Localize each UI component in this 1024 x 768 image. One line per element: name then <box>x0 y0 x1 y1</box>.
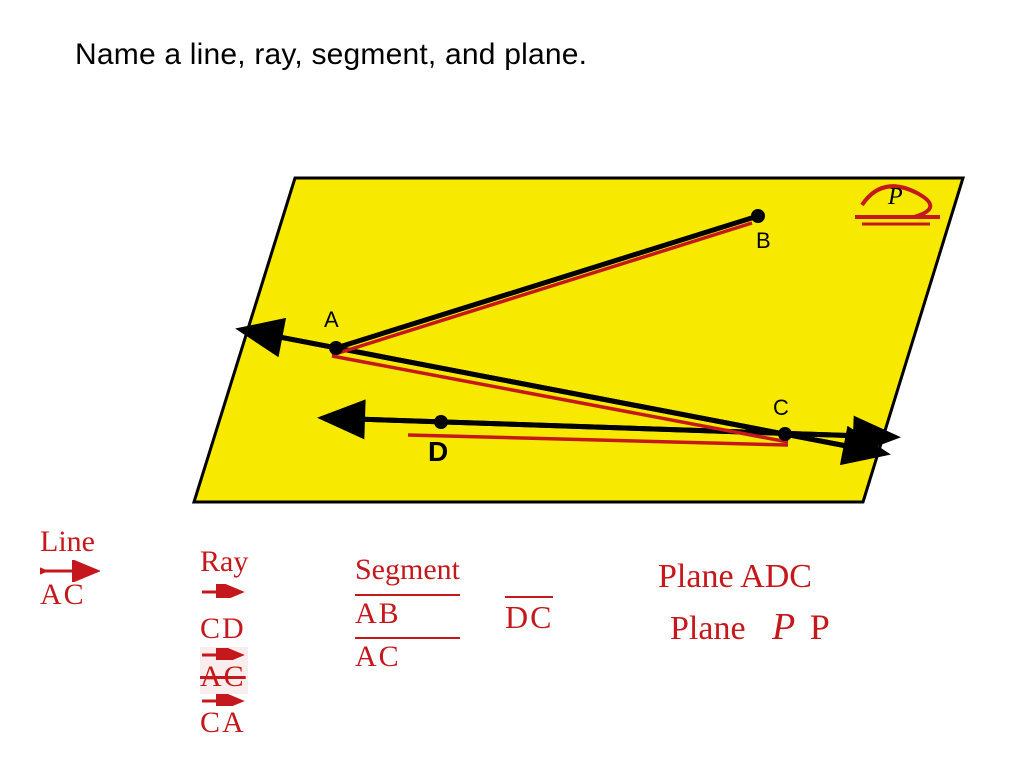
label-c: C <box>773 395 789 421</box>
label-a: A <box>324 307 339 333</box>
segment-item-ab: AB <box>355 594 460 632</box>
answer-ray: Ray CD AC CA <box>200 545 248 741</box>
answer-line: Line AC <box>40 525 100 612</box>
line-item-ac: AC <box>40 578 100 613</box>
label-b: B <box>756 228 771 254</box>
ray-label: Ray <box>200 545 248 580</box>
ray-item-cd: CD <box>200 612 248 647</box>
answer-segment: Segment AB AC <box>355 553 460 675</box>
point-labels: A B C D P <box>0 0 1024 768</box>
diagram-stage: A B C D P <box>0 0 1024 768</box>
answer-plane-adc: Plane ADC <box>658 558 812 596</box>
line-label: Line <box>40 525 100 560</box>
label-p: P <box>888 184 903 211</box>
segment-item-dc: DC <box>505 596 553 636</box>
ray-item-ca: CA <box>200 706 248 741</box>
ray-item-ac: AC <box>200 647 248 695</box>
answer-plane-p: Plane P P <box>670 606 830 650</box>
label-d: D <box>428 436 448 468</box>
segment-item-ac: AC <box>355 637 460 675</box>
plane-name-p: P <box>810 607 830 647</box>
segment-label: Segment <box>355 553 460 588</box>
